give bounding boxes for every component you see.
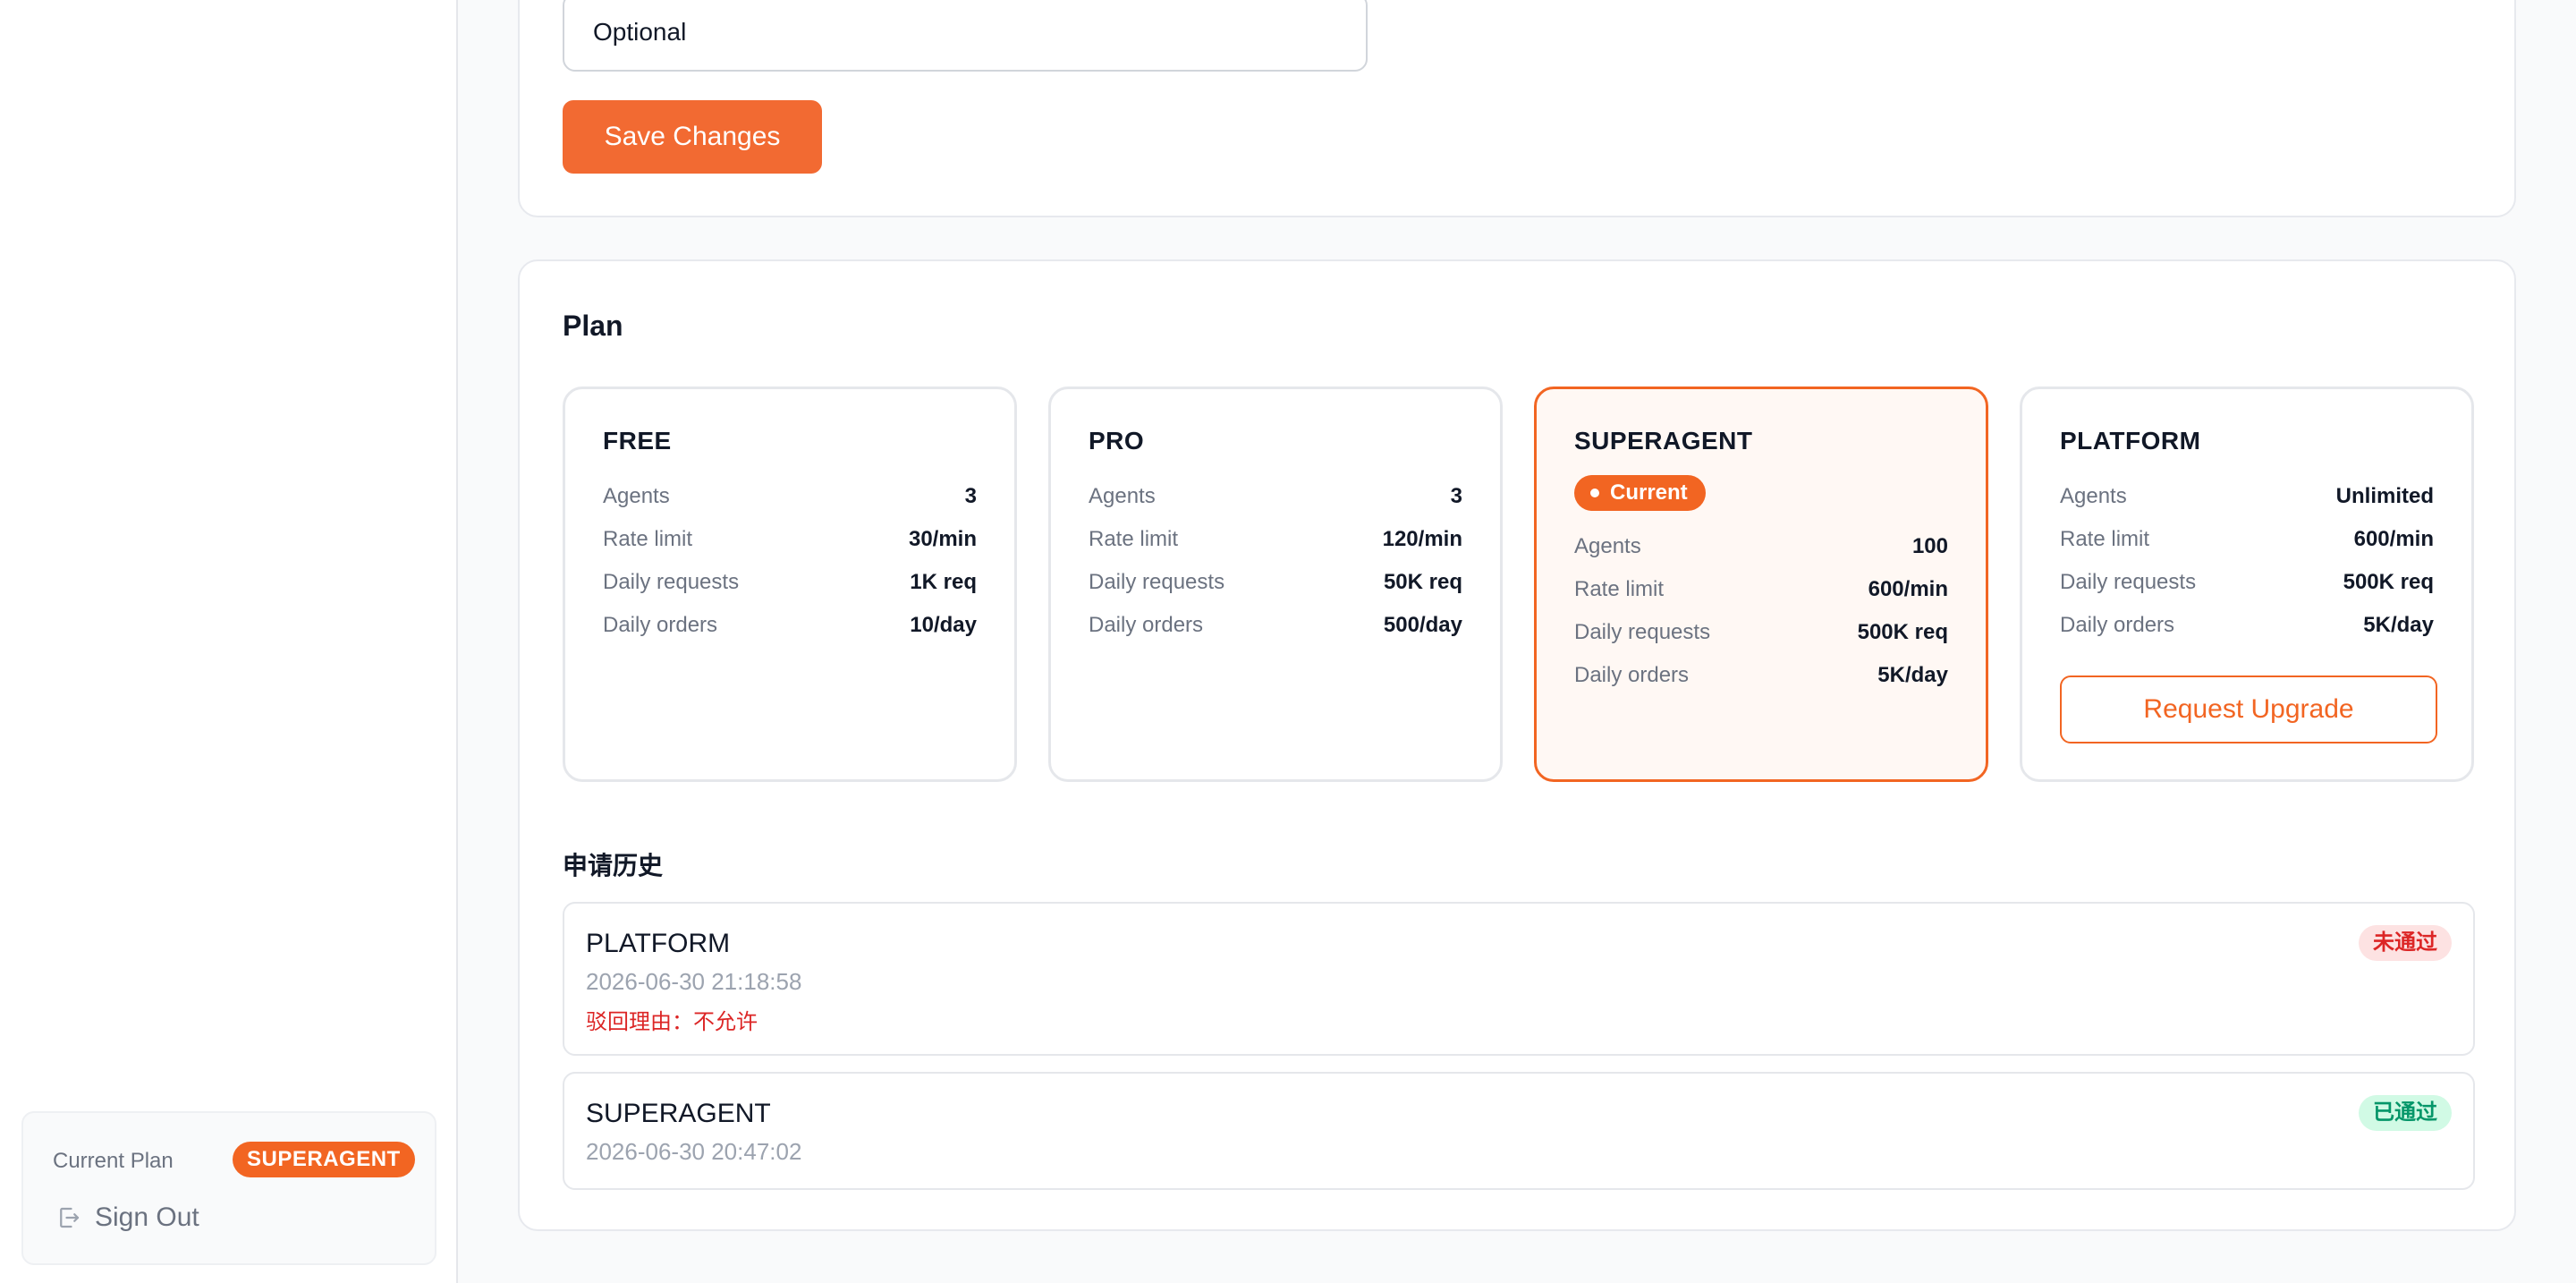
sign-out-button[interactable]: Sign Out: [55, 1202, 199, 1233]
row-label: Rate limit: [1574, 577, 1665, 601]
tier-row: Agents Unlimited: [2060, 475, 2434, 518]
row-value: 500K req: [2343, 570, 2434, 594]
row-value: 50K req: [1383, 570, 1462, 594]
profile-form-panel: Save Changes: [518, 0, 2516, 217]
row-label: Daily orders: [1574, 663, 1690, 687]
row-value: 10/day: [910, 613, 977, 637]
history-title: 申请历史: [563, 852, 664, 879]
tier-card-platform: PLATFORM Agents Unlimited Rate limit 600/m…: [2020, 387, 2474, 782]
request-upgrade-button[interactable]: Request Upgrade: [2060, 675, 2437, 743]
status-badge: 已通过: [2359, 1095, 2452, 1131]
row-value: 500/day: [1383, 613, 1462, 637]
history-item: PLATFORM 2026-06-30 21:18:58 驳回理由：不允许 未通…: [563, 902, 2475, 1056]
tier-rows: Agents Unlimited Rate limit 600/min Daily …: [2060, 475, 2434, 647]
current-plan-card: Current Plan SUPERAGENT Sign Out: [21, 1111, 436, 1265]
tier-row: Daily orders 10/day: [603, 604, 977, 647]
sidebar: Current Plan SUPERAGENT Sign Out: [0, 0, 458, 1283]
row-label: Daily orders: [2060, 613, 2175, 637]
tier-row: Daily orders 5K/day: [2060, 604, 2434, 647]
row-value: Unlimited: [2335, 484, 2434, 508]
plan-section-title: Plan: [563, 310, 623, 342]
tier-card-pro: PRO Agents 3 Rate limit 120/min Daily requ…: [1048, 387, 1503, 782]
status-badge: 未通过: [2359, 925, 2452, 961]
tier-name: PRO: [1089, 427, 1145, 455]
row-value: 30/min: [908, 527, 977, 551]
save-changes-button[interactable]: Save Changes: [563, 100, 822, 174]
current-plan-label: Current Plan: [53, 1149, 174, 1173]
row-label: Daily requests: [1574, 620, 1711, 644]
tier-row: Agents 3: [1089, 475, 1462, 518]
sign-out-label: Sign Out: [95, 1202, 199, 1232]
tier-rows: Agents 3 Rate limit 120/min Daily requests…: [1089, 475, 1462, 647]
row-label: Daily requests: [2060, 570, 2197, 594]
tier-rows: Agents 100 Rate limit 600/min Daily reques…: [1574, 525, 1948, 697]
tier-name: SUPERAGENT: [1574, 427, 1753, 455]
main-content: Save Changes Plan FREE Agents 3 Rate limi…: [458, 0, 2576, 1283]
history-reason: 驳回理由：不允许: [586, 1010, 758, 1034]
history-item: SUPERAGENT 2026-06-30 20:47:02 已通过: [563, 1072, 2475, 1190]
row-label: Daily requests: [603, 570, 740, 594]
row-label: Agents: [1089, 484, 1156, 508]
current-badge: Current: [1574, 475, 1706, 511]
row-value: 120/min: [1382, 527, 1462, 551]
sign-out-icon: [60, 1207, 80, 1228]
history-plan: PLATFORM: [586, 929, 731, 958]
row-label: Daily orders: [603, 613, 718, 637]
row-value: 3: [964, 484, 977, 508]
tier-row: Daily requests 500K req: [2060, 561, 2434, 604]
tier-row: Rate limit 120/min: [1089, 518, 1462, 561]
tier-row: Daily orders 500/day: [1089, 604, 1462, 647]
history-time: 2026-06-30 21:18:58: [586, 968, 802, 995]
tier-rows: Agents 3 Rate limit 30/min Daily requests 1…: [603, 475, 977, 647]
row-label: Daily requests: [1089, 570, 1225, 594]
row-label: Agents: [2060, 484, 2127, 508]
tier-card-free: FREE Agents 3 Rate limit 30/min Daily requ…: [563, 387, 1017, 782]
row-value: 5K/day: [1877, 663, 1948, 687]
history-plan: SUPERAGENT: [586, 1099, 771, 1128]
tier-row: Daily requests 1K req: [603, 561, 977, 604]
row-value: 600/min: [2353, 527, 2434, 551]
row-value: 600/min: [1868, 577, 1948, 601]
tier-row: Agents 3: [603, 475, 977, 518]
tier-card-superagent: SUPERAGENT Current Agents 100 Rate limit 6…: [1534, 387, 1988, 782]
optional-input[interactable]: [563, 0, 1368, 72]
row-label: Daily orders: [1089, 613, 1204, 637]
tier-row: Agents 100: [1574, 525, 1948, 568]
row-label: Rate limit: [1089, 527, 1179, 551]
plan-panel: Plan FREE Agents 3 Rate limit 30/min Daily…: [518, 259, 2516, 1231]
tier-row: Rate limit 600/min: [2060, 518, 2434, 561]
row-value: 3: [1450, 484, 1462, 508]
tier-row: Rate limit 30/min: [603, 518, 977, 561]
tier-row: Rate limit 600/min: [1574, 568, 1948, 611]
row-label: Rate limit: [2060, 527, 2150, 551]
row-label: Rate limit: [603, 527, 693, 551]
current-plan-badge: SUPERAGENT: [233, 1142, 415, 1177]
tier-name: FREE: [603, 427, 672, 455]
row-value: 1K req: [910, 570, 977, 594]
row-value: 5K/day: [2363, 613, 2434, 637]
tier-row: Daily requests 500K req: [1574, 611, 1948, 654]
row-label: Agents: [603, 484, 670, 508]
tier-name: PLATFORM: [2060, 427, 2201, 455]
tier-row: Daily orders 5K/day: [1574, 654, 1948, 697]
tier-row: Daily requests 50K req: [1089, 561, 1462, 604]
row-value: 100: [1911, 534, 1948, 558]
history-time: 2026-06-30 20:47:02: [586, 1138, 802, 1165]
row-label: Agents: [1574, 534, 1641, 558]
row-value: 500K req: [1857, 620, 1948, 644]
